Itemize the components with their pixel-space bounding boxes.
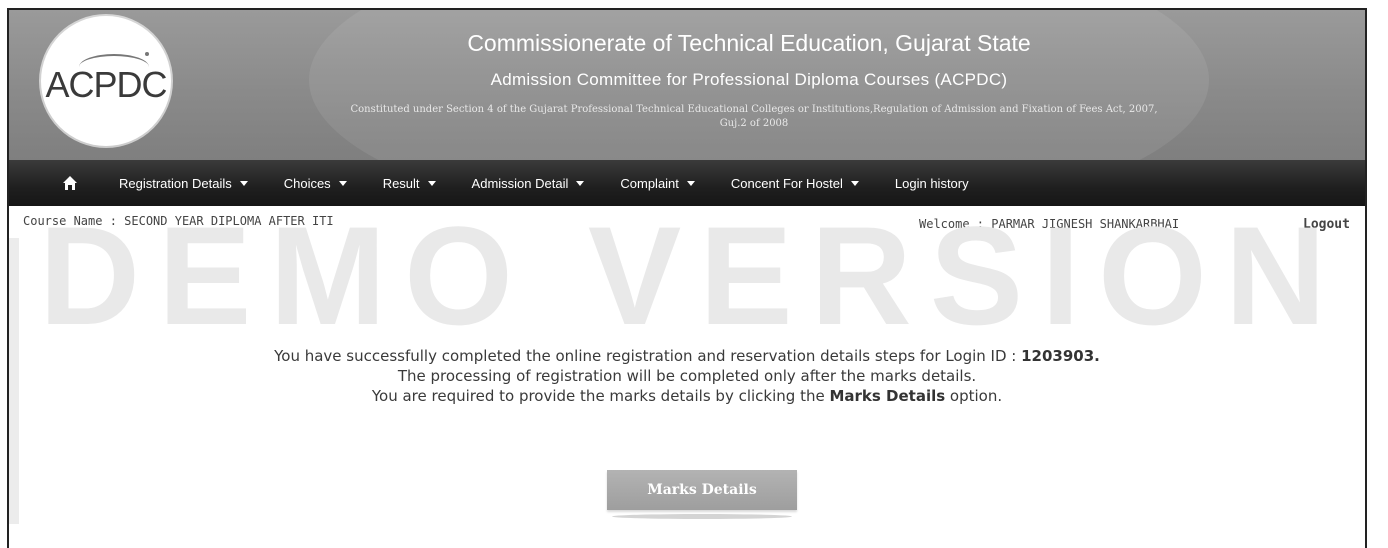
chevron-down-icon bbox=[686, 180, 695, 186]
nav-login-history[interactable]: Login history bbox=[895, 176, 969, 191]
chevron-down-icon bbox=[427, 180, 436, 186]
nav-item-label: Registration Details bbox=[119, 175, 232, 191]
constitution-note: Constituted under Section 4 of the Gujar… bbox=[199, 103, 1309, 131]
message-line-3-prefix: You are required to provide the marks de… bbox=[371, 387, 830, 405]
constitution-line-1: Constituted under Section 4 of the Gujar… bbox=[350, 104, 1158, 115]
nav-item-label: Login history bbox=[894, 175, 969, 191]
constitution-line-2: Guj.2 of 2008 bbox=[719, 118, 789, 129]
marks-details-reference: Marks Details bbox=[829, 387, 946, 405]
nav-item-label: Result bbox=[382, 175, 420, 191]
message-line-1-text: You have successfully completed the onli… bbox=[274, 347, 1022, 365]
nav-registration-details[interactable]: Registration Details bbox=[119, 176, 248, 191]
nav-admission-detail[interactable]: Admission Detail bbox=[472, 176, 585, 191]
acpdc-logo[interactable]: ACPDC bbox=[41, 16, 171, 146]
marks-details-button-wrapper: Marks Details bbox=[607, 470, 797, 522]
button-shadow bbox=[612, 514, 792, 519]
chevron-down-icon bbox=[576, 180, 585, 186]
message-line-2: The processing of registration will be c… bbox=[397, 367, 977, 385]
demo-watermark: DEMO VERSION bbox=[39, 216, 1339, 336]
site-subtitle: Admission Committee for Professional Dip… bbox=[490, 70, 1008, 89]
message-line-3: You are required to provide the marks de… bbox=[9, 386, 1365, 406]
home-icon bbox=[63, 176, 77, 190]
nav-result[interactable]: Result bbox=[383, 176, 436, 191]
marks-details-button[interactable]: Marks Details bbox=[607, 470, 797, 510]
nav-item-label: Choices bbox=[283, 175, 331, 191]
chevron-down-icon bbox=[239, 180, 248, 186]
nav-item-label: Admission Detail bbox=[471, 175, 569, 191]
registration-message: You have successfully completed the onli… bbox=[9, 346, 1365, 406]
nav-concent-for-hostel[interactable]: Concent For Hostel bbox=[731, 176, 859, 191]
home-button[interactable] bbox=[57, 170, 83, 196]
message-line-1: You have successfully completed the onli… bbox=[9, 346, 1365, 366]
nav-choices[interactable]: Choices bbox=[284, 176, 347, 191]
site-header: ACPDC Commissionerate of Technical Educa… bbox=[9, 10, 1365, 160]
nav-item-label: Concent For Hostel bbox=[730, 175, 843, 191]
login-id: 1203903. bbox=[1021, 347, 1100, 365]
page-frame: ACPDC Commissionerate of Technical Educa… bbox=[7, 8, 1367, 548]
message-line-3-suffix: option. bbox=[945, 387, 1003, 405]
nav-complaint[interactable]: Complaint bbox=[620, 176, 695, 191]
chevron-down-icon bbox=[850, 180, 859, 186]
chevron-down-icon bbox=[338, 180, 347, 186]
main-nav: Registration Details Choices Result Admi… bbox=[9, 160, 1365, 206]
logo-dot bbox=[145, 52, 149, 56]
logo-text: ACPDC bbox=[45, 64, 167, 105]
site-title: Commissionerate of Technical Education, … bbox=[467, 30, 1031, 56]
nav-item-label: Complaint bbox=[620, 175, 679, 191]
